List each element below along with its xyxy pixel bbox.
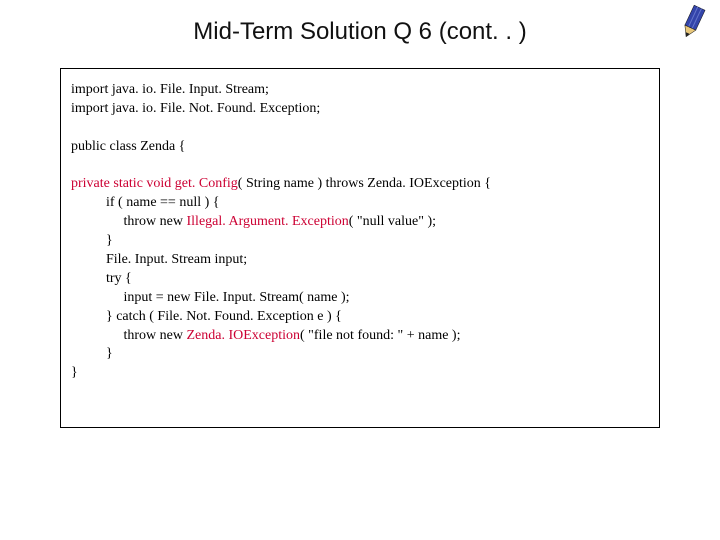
code-line: public class Zenda { xyxy=(71,139,185,154)
code-line: if ( name == null ) { xyxy=(71,195,219,210)
code-accent: private static void get. Config xyxy=(71,176,238,191)
code-line: } xyxy=(71,365,78,380)
code-line: input = new File. Input. Stream( name ); xyxy=(71,290,350,305)
code-line: } xyxy=(71,233,113,248)
code-line: File. Input. Stream input; xyxy=(71,252,247,267)
code-line: ( "null value" ); xyxy=(349,214,436,229)
code-accent: Zenda. IOException xyxy=(187,328,301,343)
code-box: import java. io. File. Input. Stream; im… xyxy=(60,68,660,428)
slide: Mid-Term Solution Q 6 (cont. . ) import … xyxy=(0,0,720,540)
code-line: import java. io. File. Input. Stream; xyxy=(71,82,269,97)
code-line: } catch ( File. Not. Found. Exception e … xyxy=(71,309,342,324)
code-line: ( "file not found: " + name ); xyxy=(300,328,460,343)
code-line: throw new xyxy=(71,328,187,343)
code-line: ( String name ) throws Zenda. IOExceptio… xyxy=(238,176,491,191)
code-line: } xyxy=(71,346,113,361)
code-line: throw new xyxy=(71,214,187,229)
code-line: import java. io. File. Not. Found. Excep… xyxy=(71,101,320,116)
code-line: try { xyxy=(71,271,132,286)
code-accent: Illegal. Argument. Exception xyxy=(187,214,349,229)
slide-title: Mid-Term Solution Q 6 (cont. . ) xyxy=(0,18,720,46)
